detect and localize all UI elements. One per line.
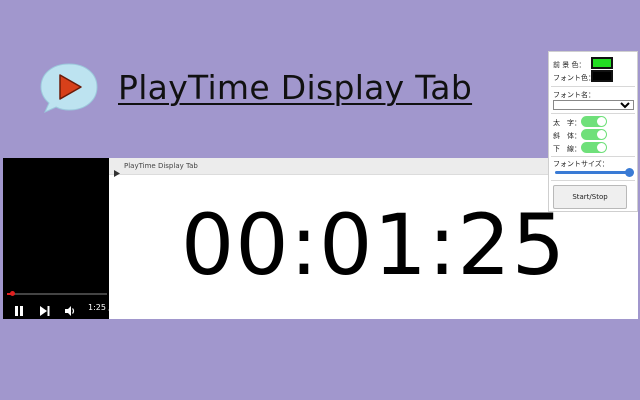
toggle-knob [597, 130, 606, 139]
volume-icon[interactable] [64, 302, 76, 321]
start-stop-button[interactable]: Start/Stop [553, 185, 627, 209]
divider [551, 113, 635, 114]
italic-label: 斜 体： [553, 132, 581, 140]
video-progress-handle[interactable] [10, 291, 15, 296]
divider [551, 180, 635, 181]
font-size-slider-thumb[interactable] [625, 168, 634, 177]
video-progress-bar[interactable] [7, 291, 107, 296]
bold-label: 太 字： [553, 119, 581, 127]
logo [40, 62, 98, 114]
next-icon[interactable] [39, 302, 51, 321]
italic-toggle[interactable] [581, 129, 607, 140]
font-color-picker[interactable] [591, 70, 613, 82]
page-title: PlayTime Display Tab [118, 68, 473, 107]
play-speech-bubble-icon [40, 63, 98, 113]
toggle-knob [597, 143, 606, 152]
play-triangle-icon [114, 162, 120, 181]
font-name-select[interactable] [553, 100, 634, 110]
display-tab-title: PlayTime Display Tab [124, 162, 198, 170]
font-color-label: フォント色： [553, 74, 595, 82]
settings-panel: 前 景 色： フォント色： フォント名： 太 字： 斜 体： 下 線： フォント… [548, 51, 638, 212]
font-name-label: フォント名： [553, 91, 595, 99]
underline-label: 下 線： [553, 145, 581, 153]
pause-icon[interactable] [13, 302, 25, 321]
video-time: 1:25 / [88, 303, 112, 312]
video-player[interactable]: 1:25 / [3, 158, 112, 321]
toggle-knob [597, 117, 606, 126]
bold-toggle[interactable] [581, 116, 607, 127]
font-size-slider[interactable] [555, 168, 634, 177]
divider [551, 156, 635, 157]
underline-toggle[interactable] [581, 142, 607, 153]
divider [551, 86, 635, 87]
fg-color-label: 前 景 色： [553, 61, 586, 69]
font-size-label: フォントサイズ： [553, 160, 609, 168]
fg-color-picker[interactable] [591, 57, 613, 69]
